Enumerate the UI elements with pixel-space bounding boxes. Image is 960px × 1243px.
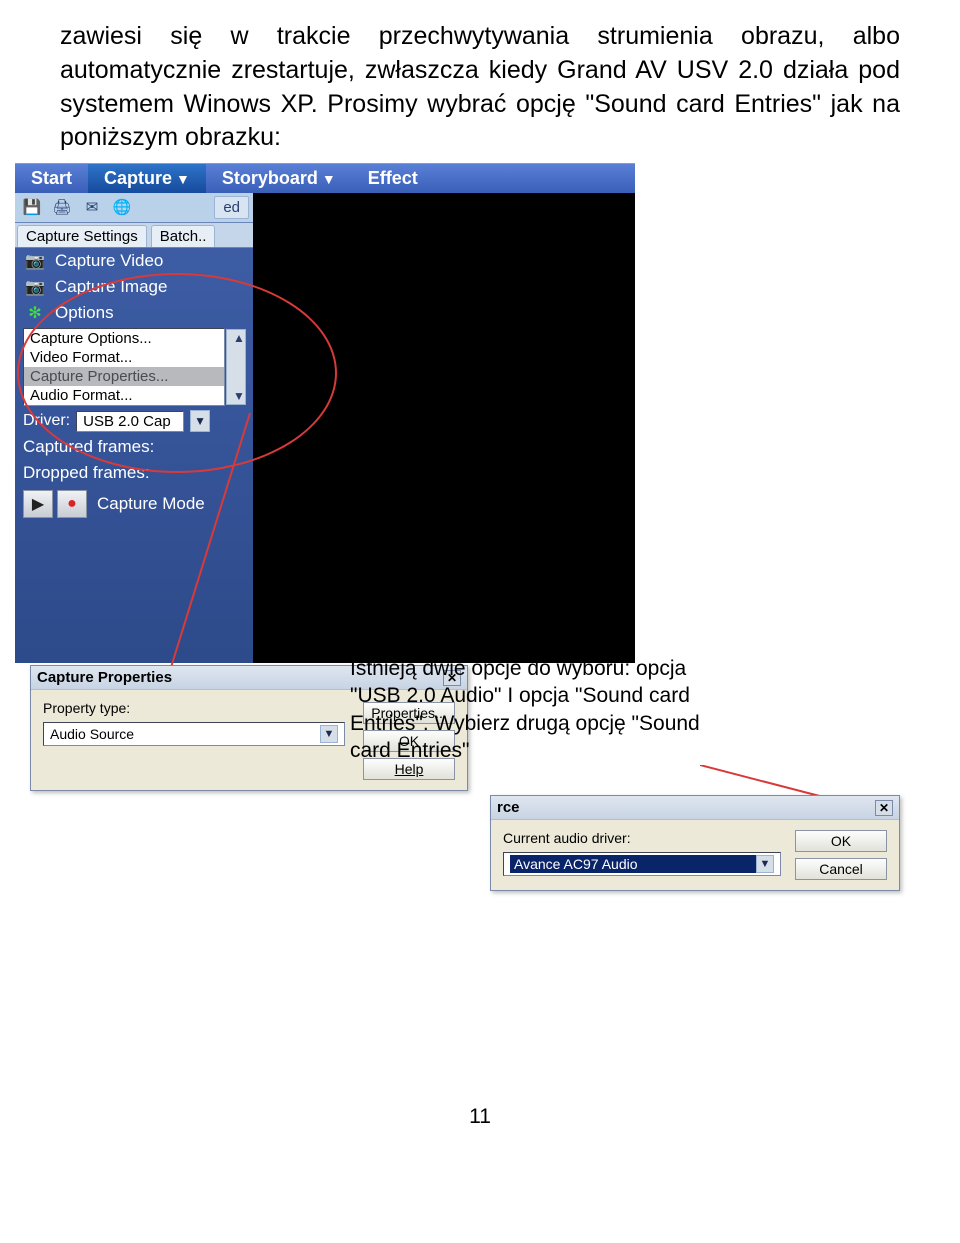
row-capture-image[interactable]: 📷 Capture Image	[15, 274, 253, 300]
dlg1-property-type-label: Property type:	[43, 700, 345, 716]
camera-icon: 📷	[23, 251, 47, 271]
play-icon: ▶	[32, 494, 44, 514]
list-item-capture-properties[interactable]: Capture Properties...	[24, 367, 224, 386]
menu-storyboard[interactable]: Storyboard▼	[206, 164, 352, 193]
menu-effect-label: Effect	[368, 168, 418, 189]
scroll-down-icon[interactable]: ▼	[233, 389, 239, 403]
audio-source-dialog: rce ✕ Current audio driver: Avance AC97 …	[490, 795, 900, 891]
record-icon: ●	[67, 495, 77, 513]
captured-frames-row: Captured frames:	[15, 434, 253, 460]
driver-row: Driver: USB 2.0 Cap ▼	[15, 408, 253, 434]
menu-effect[interactable]: Effect	[352, 164, 434, 193]
list-item-audio-format[interactable]: Audio Format...	[24, 386, 224, 405]
dlg1-property-combo[interactable]: Audio Source ▼	[43, 722, 345, 746]
dlg2-titlebar: rce ✕	[491, 796, 899, 820]
save-icon[interactable]: 💾	[19, 196, 45, 218]
dlg2-cancel-button[interactable]: Cancel	[795, 858, 887, 880]
intro-paragraph: zawiesi się w trakcie przechwytywania st…	[60, 20, 900, 155]
listbox-scrollbar[interactable]: ▲ ▼	[226, 329, 246, 405]
menu-capture[interactable]: Capture▼	[88, 164, 206, 193]
dropped-frames-row: Dropped frames:	[15, 460, 253, 486]
driver-label: Driver:	[23, 412, 70, 430]
chevron-down-icon: ▼	[176, 171, 190, 187]
menubar: Start Capture▼ Storyboard▼ Effect	[15, 163, 635, 193]
scroll-up-icon[interactable]: ▲	[233, 331, 239, 345]
dlg2-ok-button[interactable]: OK	[795, 830, 887, 852]
dialogs-area: Capture Properties ✕ Property type: Audi…	[60, 665, 900, 985]
menu-start[interactable]: Start	[15, 164, 88, 193]
mail-icon[interactable]: ✉	[79, 196, 105, 218]
capture-buttons: ▶ ● Capture Mode	[15, 486, 253, 522]
list-item-capture-options[interactable]: Capture Options...	[24, 329, 224, 348]
tab-batch[interactable]: Batch..	[151, 225, 216, 247]
captured-frames-label: Captured frames:	[23, 437, 154, 457]
menu-storyboard-label: Storyboard	[222, 168, 318, 189]
label-capture-video: Capture Video	[55, 251, 163, 271]
capture-mode-label: Capture Mode	[91, 494, 205, 514]
options-listbox[interactable]: Capture Options... Video Format... Captu…	[23, 328, 225, 406]
sidebar-tabs: Capture Settings Batch..	[15, 223, 253, 248]
video-preview	[253, 193, 635, 663]
close-icon: ✕	[879, 801, 889, 815]
dlg1-title: Capture Properties	[37, 669, 172, 686]
dropped-frames-label: Dropped frames:	[23, 463, 150, 483]
page-number: 11	[60, 1105, 900, 1129]
callout-text: Istnieją dwie opcje do wyboru: opcja "US…	[350, 655, 710, 764]
menu-capture-label: Capture	[104, 168, 172, 189]
menu-start-label: Start	[31, 168, 72, 189]
dlg2-current-label: Current audio driver:	[503, 830, 781, 846]
tab-capture-settings[interactable]: Capture Settings	[17, 225, 147, 247]
dlg2-title: rce	[497, 799, 520, 816]
dlg2-combo-value: Avance AC97 Audio	[510, 855, 756, 873]
play-button[interactable]: ▶	[23, 490, 53, 518]
app-window: Start Capture▼ Storyboard▼ Effect 💾 🖨 ✉ …	[15, 163, 635, 663]
dlg2-driver-combo[interactable]: Avance AC97 Audio ▼	[503, 852, 781, 876]
camera-outline-icon: 📷	[23, 277, 47, 297]
chevron-down-icon: ▼	[320, 725, 338, 743]
list-item-video-format[interactable]: Video Format...	[24, 348, 224, 367]
row-capture-video[interactable]: 📷 Capture Video	[15, 248, 253, 274]
label-capture-image: Capture Image	[55, 277, 167, 297]
toolbar: 💾 🖨 ✉ 🌐 ed	[15, 193, 253, 223]
ed-toggle[interactable]: ed	[214, 196, 249, 219]
driver-combo[interactable]: USB 2.0 Cap	[76, 411, 184, 432]
chevron-down-icon: ▼	[756, 855, 774, 873]
driver-value: USB 2.0 Cap	[83, 413, 171, 430]
row-options[interactable]: ✻ Options	[15, 300, 253, 326]
gear-icon: ✻	[23, 303, 47, 323]
print-icon[interactable]: 🖨	[49, 196, 75, 218]
sidebar: 💾 🖨 ✉ 🌐 ed Capture Settings Batch.. 📷 Ca…	[15, 193, 253, 663]
dlg1-combo-value: Audio Source	[50, 726, 134, 742]
chevron-down-icon: ▼	[322, 171, 336, 187]
driver-dropdown-icon[interactable]: ▼	[190, 410, 210, 432]
record-button[interactable]: ●	[57, 490, 87, 518]
label-options: Options	[55, 303, 114, 323]
dlg2-close-button[interactable]: ✕	[875, 800, 893, 816]
web-icon[interactable]: 🌐	[109, 196, 135, 218]
